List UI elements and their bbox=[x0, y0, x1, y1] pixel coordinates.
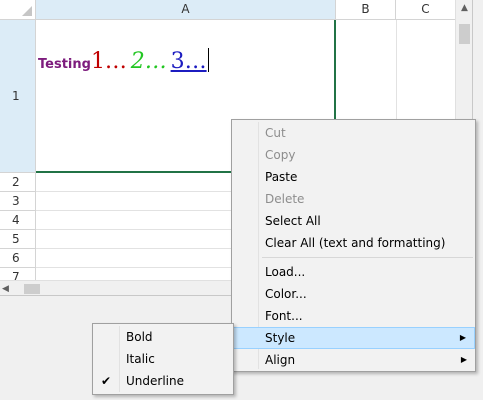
column-header-a[interactable]: A bbox=[36, 0, 336, 20]
row-header-6[interactable]: 6 bbox=[0, 249, 36, 268]
row-header-5[interactable]: 5 bbox=[0, 230, 36, 249]
submenu-item-italic[interactable]: Italic bbox=[93, 348, 233, 370]
menu-item-copy[interactable]: Copy bbox=[232, 144, 475, 166]
cell-text-testing: Testing bbox=[38, 57, 91, 72]
select-all-corner[interactable] bbox=[0, 0, 36, 20]
menu-item-style[interactable]: Style ▶ bbox=[232, 327, 475, 349]
menu-item-font[interactable]: Font... bbox=[232, 305, 475, 327]
menu-item-align[interactable]: Align ▶ bbox=[232, 349, 475, 371]
scroll-left-icon[interactable]: ◀ bbox=[2, 281, 14, 295]
menu-item-delete[interactable]: Delete bbox=[232, 188, 475, 210]
menu-separator bbox=[262, 257, 473, 258]
vertical-scroll-thumb[interactable] bbox=[459, 24, 470, 44]
scroll-up-icon[interactable]: ▲ bbox=[456, 0, 472, 17]
menu-item-paste[interactable]: Paste bbox=[232, 166, 475, 188]
menu-item-style-label: Style bbox=[265, 331, 296, 345]
style-submenu: Bold Italic ✔ Underline bbox=[92, 323, 234, 395]
submenu-item-underline[interactable]: ✔ Underline bbox=[93, 370, 233, 392]
cell-text-one: 1… bbox=[90, 49, 127, 74]
submenu-item-bold[interactable]: Bold bbox=[93, 326, 233, 348]
menu-item-load[interactable]: Load... bbox=[232, 261, 475, 283]
menu-item-cut[interactable]: Cut bbox=[232, 122, 475, 144]
column-header-b[interactable]: B bbox=[336, 0, 396, 20]
menu-item-color[interactable]: Color... bbox=[232, 283, 475, 305]
menu-item-align-label: Align bbox=[265, 353, 296, 367]
menu-item-clear-all[interactable]: Clear All (text and formatting) bbox=[232, 232, 475, 254]
checkmark-icon: ✔ bbox=[101, 374, 112, 388]
row-header-2[interactable]: 2 bbox=[0, 173, 36, 192]
context-menu: Cut Copy Paste Delete Select All Clear A… bbox=[231, 119, 476, 372]
column-header-c[interactable]: C bbox=[396, 0, 456, 20]
submenu-item-underline-label: Underline bbox=[126, 374, 184, 388]
text-caret bbox=[207, 48, 209, 72]
horizontal-scroll-thumb[interactable] bbox=[24, 284, 40, 294]
cell-text-two: 2… bbox=[130, 49, 167, 74]
cell-a1-content[interactable]: Testing1… 2… 3… bbox=[38, 48, 209, 74]
right-triangle-icon: ▶ bbox=[459, 333, 466, 342]
corner-triangle-icon bbox=[22, 6, 32, 16]
right-triangle-icon: ▶ bbox=[460, 355, 467, 364]
menu-item-select-all[interactable]: Select All bbox=[232, 210, 475, 232]
cell-text-three: 3… bbox=[170, 49, 207, 74]
row-header-3[interactable]: 3 bbox=[0, 192, 36, 211]
row-header-1[interactable]: 1 bbox=[0, 20, 36, 173]
row-header-4[interactable]: 4 bbox=[0, 211, 36, 230]
